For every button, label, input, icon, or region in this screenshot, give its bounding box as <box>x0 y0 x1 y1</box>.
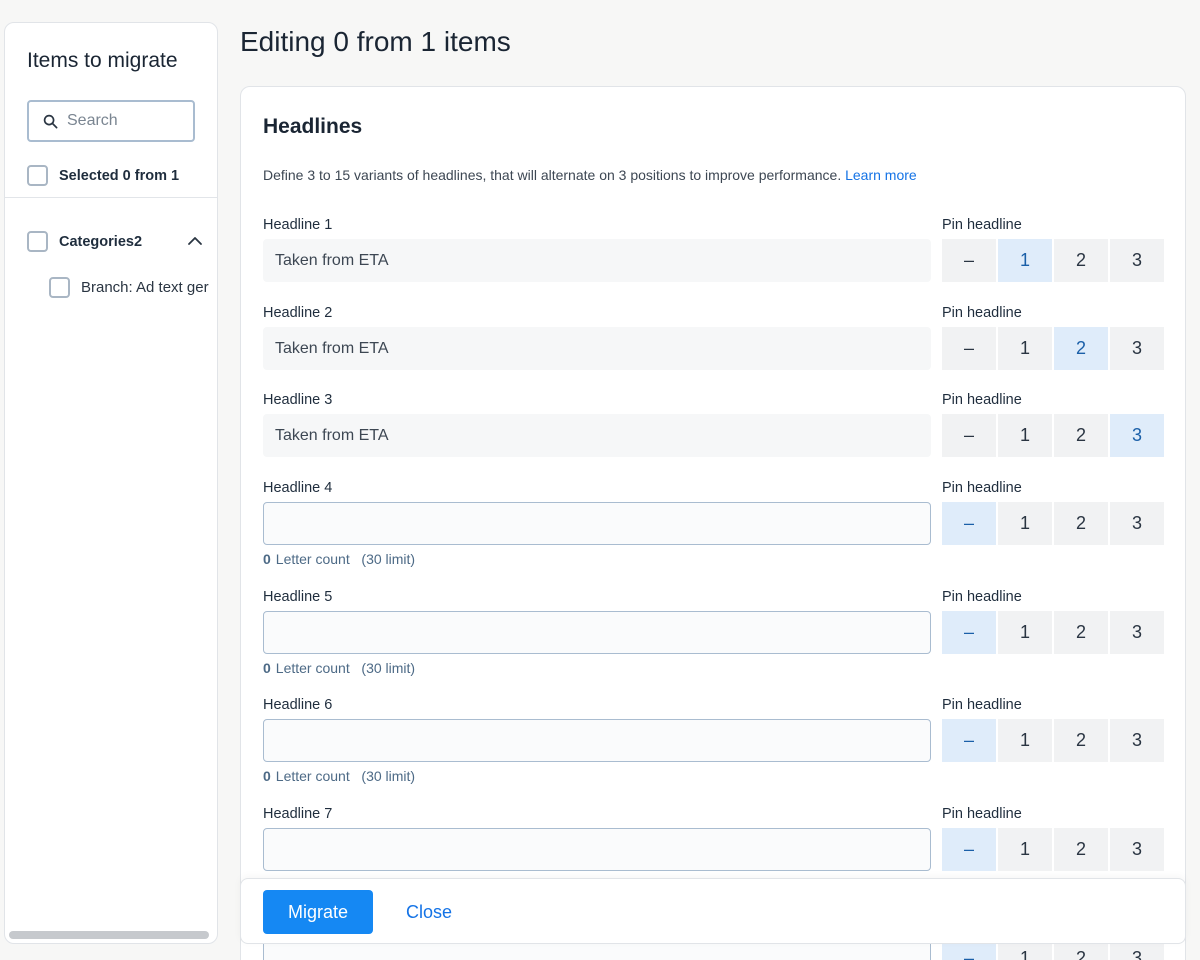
pin-option-2[interactable]: 2 <box>1054 502 1108 545</box>
pin-selector: –1 2 3 <box>942 502 1166 545</box>
pin-option-1[interactable]: 1 <box>998 719 1052 762</box>
sidebar-title: Items to migrate <box>27 49 178 72</box>
letter-count-value: 0 <box>263 551 271 567</box>
search-input[interactable] <box>67 112 177 130</box>
headline-label: Headline 7 <box>263 806 333 822</box>
headline-readonly-value: Taken from ETA <box>263 414 931 457</box>
pin-selector: –1 2 3 <box>942 611 1166 654</box>
headline-input[interactable] <box>263 719 931 762</box>
page-title: Editing 0 from 1 items <box>240 26 511 57</box>
pin-option-3[interactable]: 3 <box>1110 327 1164 370</box>
pin-option-none[interactable]: – <box>942 502 996 545</box>
headline-readonly-value: Taken from ETA <box>263 327 931 370</box>
pin-option-3[interactable]: 3 <box>1110 828 1164 871</box>
pin-headline-label: Pin headline <box>942 217 1022 233</box>
pin-option-2[interactable]: 2 <box>1054 239 1108 282</box>
letter-count: 0Letter count (30 limit) <box>263 551 415 567</box>
category-label: Categories2 <box>59 233 143 250</box>
divider <box>5 197 217 198</box>
section-description: Define 3 to 15 variants of headlines, th… <box>263 167 917 183</box>
pin-headline-label: Pin headline <box>942 806 1022 822</box>
pin-selector: –1 2 3 <box>942 828 1166 871</box>
headline-label: Headline 4 <box>263 480 333 496</box>
pin-headline-label: Pin headline <box>942 697 1022 713</box>
pin-option-1[interactable]: 1 <box>998 327 1052 370</box>
search-box[interactable] <box>27 100 195 142</box>
select-all-checkbox[interactable] <box>27 165 48 186</box>
pin-option-1[interactable]: 1 <box>998 239 1052 282</box>
chevron-up-icon[interactable] <box>187 233 203 251</box>
headline-label: Headline 3 <box>263 392 333 408</box>
pin-headline-label: Pin headline <box>942 480 1022 496</box>
letter-limit-text: (30 limit) <box>361 660 416 676</box>
pin-option-3[interactable]: 3 <box>1110 502 1164 545</box>
footer-bar: Migrate Close <box>240 878 1186 944</box>
pin-option-2[interactable]: 2 <box>1054 414 1108 457</box>
pin-option-none[interactable]: – <box>942 414 996 457</box>
pin-option-3[interactable]: 3 <box>1110 414 1164 457</box>
headline-readonly-value: Taken from ETA <box>263 239 931 282</box>
headlines-panel: Headlines Define 3 to 15 variants of hea… <box>240 86 1186 960</box>
pin-selector: –1 2 3 <box>942 327 1166 370</box>
select-all-row[interactable]: Selected 0 from 1 <box>27 165 179 186</box>
pin-selector: –1 2 3 <box>942 414 1166 457</box>
headline-label: Headline 1 <box>263 217 333 233</box>
headline-label: Headline 6 <box>263 697 333 713</box>
pin-option-1[interactable]: 1 <box>998 414 1052 457</box>
pin-option-none[interactable]: – <box>942 719 996 762</box>
pin-option-2[interactable]: 2 <box>1054 327 1108 370</box>
selected-count-label: Selected 0 from 1 <box>59 167 180 184</box>
letter-count-value: 0 <box>263 660 271 676</box>
description-text: Define 3 to 15 variants of headlines, th… <box>263 167 842 183</box>
pin-option-2[interactable]: 2 <box>1054 719 1108 762</box>
migrate-button[interactable]: Migrate <box>263 890 373 934</box>
headline-label: Headline 5 <box>263 589 333 605</box>
close-button[interactable]: Close <box>391 890 467 934</box>
pin-selector: –1 2 3 <box>942 719 1166 762</box>
pin-option-3[interactable]: 3 <box>1110 611 1164 654</box>
pin-headline-label: Pin headline <box>942 589 1022 605</box>
pin-option-none[interactable]: – <box>942 239 996 282</box>
letter-count: 0Letter count (30 limit) <box>263 660 415 676</box>
category-row[interactable]: Categories2 <box>27 231 203 252</box>
pin-headline-label: Pin headline <box>942 392 1022 408</box>
letter-count-text: Letter count <box>275 660 350 676</box>
letter-count-value: 0 <box>263 768 271 784</box>
branch-row[interactable]: Branch: Ad text ger <box>49 277 209 298</box>
pin-headline-label: Pin headline <box>942 305 1022 321</box>
headline-input[interactable] <box>263 828 931 871</box>
letter-count-text: Letter count <box>275 768 350 784</box>
pin-option-3[interactable]: 3 <box>1110 719 1164 762</box>
headline-label: Headline 2 <box>263 305 333 321</box>
learn-more-link[interactable]: Learn more <box>845 167 917 183</box>
letter-limit-text: (30 limit) <box>361 768 416 784</box>
sidebar-scrollbar[interactable] <box>9 931 209 939</box>
pin-option-1[interactable]: 1 <box>998 502 1052 545</box>
pin-option-1[interactable]: 1 <box>998 828 1052 871</box>
section-title: Headlines <box>263 115 363 138</box>
pin-selector: –1 2 3 <box>942 239 1166 282</box>
pin-option-none[interactable]: – <box>942 828 996 871</box>
pin-option-none[interactable]: – <box>942 611 996 654</box>
headline-input[interactable] <box>263 502 931 545</box>
branch-label: Branch: Ad text ger <box>81 279 209 296</box>
pin-option-none[interactable]: – <box>942 327 996 370</box>
category-checkbox[interactable] <box>27 231 48 252</box>
branch-checkbox[interactable] <box>49 277 70 298</box>
pin-option-1[interactable]: 1 <box>998 611 1052 654</box>
search-icon <box>35 114 65 129</box>
pin-option-2[interactable]: 2 <box>1054 611 1108 654</box>
pin-option-2[interactable]: 2 <box>1054 828 1108 871</box>
sidebar: Items to migrate Selected 0 from 1 Categ… <box>4 22 218 944</box>
pin-option-3[interactable]: 3 <box>1110 239 1164 282</box>
letter-count-text: Letter count <box>275 551 350 567</box>
letter-count: 0Letter count (30 limit) <box>263 768 415 784</box>
headline-input[interactable] <box>263 611 931 654</box>
letter-limit-text: (30 limit) <box>361 551 416 567</box>
